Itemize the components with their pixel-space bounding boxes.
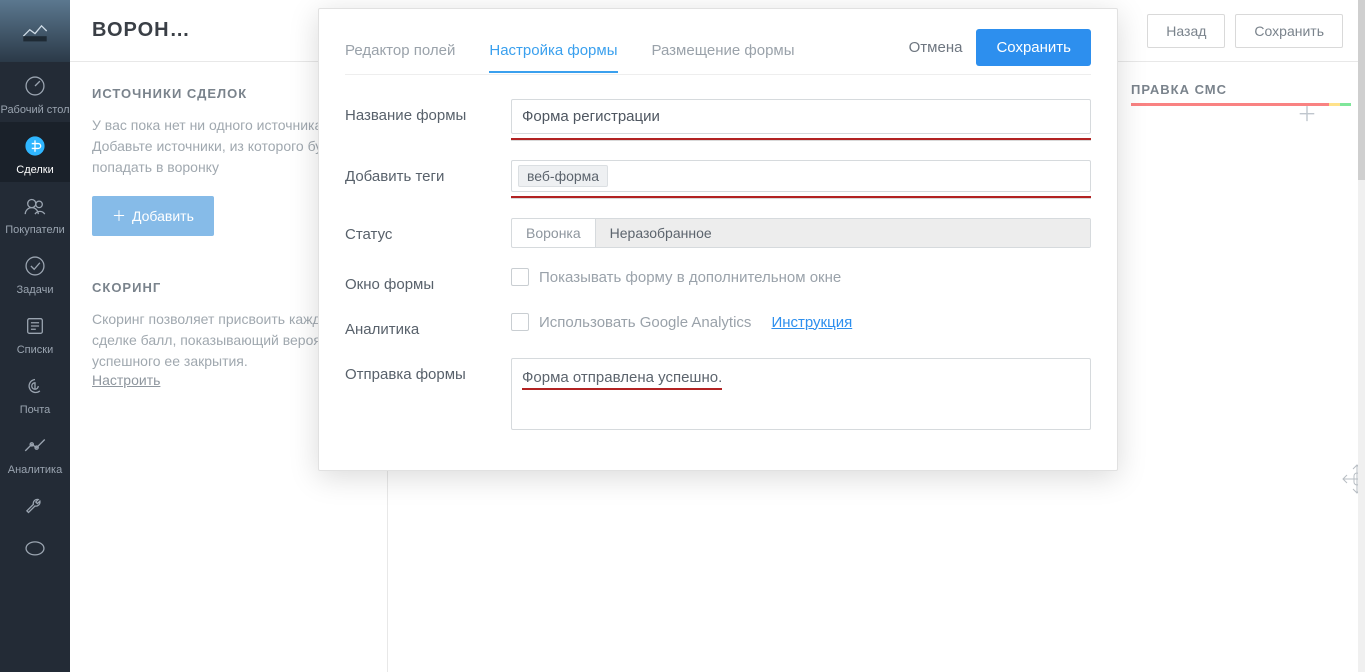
submit-message-text: Форма отправлена успешно. — [522, 369, 722, 390]
page-title: ВОРОН… — [92, 19, 191, 42]
back-button[interactable]: Назад — [1147, 14, 1225, 48]
list-icon — [21, 312, 49, 340]
add-stage-button[interactable]: ＋ — [1297, 98, 1317, 127]
nav-label: Аналитика — [8, 464, 62, 476]
nav-label: Почта — [20, 404, 51, 416]
nav-label: Рабочий стол — [0, 104, 69, 116]
nav-item-customers[interactable]: Покупатели — [0, 182, 70, 242]
label-form-name: Название формы — [345, 99, 493, 124]
window-checkbox[interactable] — [511, 268, 529, 286]
save-button[interactable]: Сохранить — [1235, 14, 1343, 48]
nav-item-analytics[interactable]: Аналитика — [0, 422, 70, 482]
wrench-icon — [21, 492, 49, 520]
form-name-input[interactable] — [511, 99, 1091, 134]
gauge-icon — [21, 72, 49, 100]
deals-icon — [21, 132, 49, 160]
pipeline-stage[interactable]: ПРАВКА СМС — [1131, 82, 1351, 106]
modal-tabs: Редактор полей Настройка формы Размещени… — [345, 29, 1091, 75]
window-scrollbar[interactable] — [1358, 0, 1365, 672]
nav-item-tasks[interactable]: Задачи — [0, 242, 70, 302]
label-tags: Добавить теги — [345, 160, 493, 185]
highlight-underline — [511, 196, 1091, 198]
plus-icon: ＋ — [112, 206, 126, 226]
label-submit: Отправка формы — [345, 358, 493, 383]
label-window: Окно формы — [345, 268, 493, 293]
nav-item-mail[interactable]: Почта — [0, 362, 70, 422]
tags-input[interactable]: веб-форма — [511, 160, 1091, 192]
submit-message-input[interactable]: Форма отправлена успешно. — [511, 358, 1091, 430]
modal-save-button[interactable]: Сохранить — [976, 29, 1091, 66]
label-status: Статус — [345, 218, 493, 243]
workspace-avatar[interactable] — [0, 0, 70, 62]
people-icon — [21, 192, 49, 220]
nav-item-chat[interactable] — [0, 526, 70, 570]
status-stage[interactable]: Неразобранное — [596, 219, 1090, 247]
chat-icon — [21, 536, 49, 564]
stage-label: ПРАВКА СМС — [1131, 82, 1227, 97]
tab-field-editor[interactable]: Редактор полей — [345, 30, 455, 73]
modal-cancel-button[interactable]: Отмена — [909, 39, 963, 56]
add-source-button[interactable]: ＋ Добавить — [92, 196, 214, 236]
analytics-text: Использовать Google Analytics — [539, 314, 751, 331]
analytics-instruction-link[interactable]: Инструкция — [771, 314, 852, 331]
form-settings-modal: Редактор полей Настройка формы Размещени… — [318, 8, 1118, 471]
label-analytics: Аналитика — [345, 313, 493, 338]
nav-item-dashboard[interactable]: Рабочий стол — [0, 62, 70, 122]
nav-label: Списки — [17, 344, 54, 356]
nav-item-lists[interactable]: Списки — [0, 302, 70, 362]
tab-form-settings[interactable]: Настройка формы — [489, 30, 617, 73]
nav-item-settings[interactable] — [0, 482, 70, 526]
left-nav: Рабочий стол Сделки Покупатели Задачи Сп… — [0, 0, 70, 672]
nav-label: Сделки — [16, 164, 54, 176]
header-actions: Назад Сохранить — [1147, 14, 1343, 48]
nav-label: Покупатели — [5, 224, 65, 236]
scoring-configure-link[interactable]: Настроить — [92, 372, 160, 388]
nav-label: Задачи — [17, 284, 54, 296]
mail-icon — [21, 372, 49, 400]
check-circle-icon — [21, 252, 49, 280]
add-label: Добавить — [132, 208, 194, 224]
window-text: Показывать форму в дополнительном окне — [539, 269, 841, 286]
highlight-underline — [511, 138, 1091, 140]
status-pipeline[interactable]: Воронка — [512, 219, 596, 247]
tab-form-placement[interactable]: Размещение формы — [652, 30, 795, 73]
analytics-icon — [21, 432, 49, 460]
scrollbar-thumb[interactable] — [1358, 0, 1365, 180]
stage-stripe — [1131, 103, 1351, 106]
status-select[interactable]: Воронка Неразобранное — [511, 218, 1091, 248]
tag-chip[interactable]: веб-форма — [518, 165, 608, 187]
analytics-checkbox[interactable] — [511, 313, 529, 331]
nav-item-deals[interactable]: Сделки — [0, 122, 70, 182]
